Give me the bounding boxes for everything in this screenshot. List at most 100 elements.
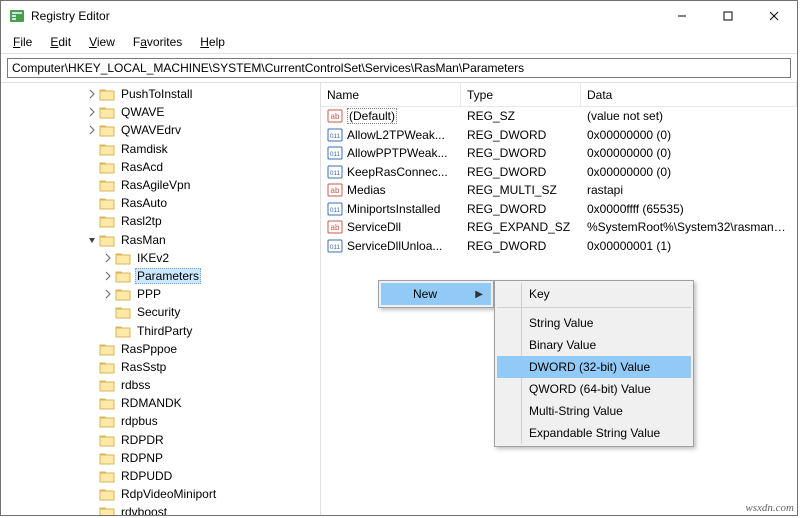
value-row[interactable]: 011ServiceDllUnloa...REG_DWORD0x00000001… <box>321 237 797 256</box>
value-type: REG_DWORD <box>461 146 581 160</box>
chevron-right-icon[interactable] <box>101 251 115 265</box>
folder-icon <box>99 233 115 247</box>
folder-icon <box>115 324 131 338</box>
window-controls <box>659 1 797 31</box>
chevron-right-icon[interactable] <box>85 123 99 137</box>
value-name: AllowL2TPWeak... <box>347 128 445 142</box>
spacer <box>85 360 99 374</box>
chevron-right-icon[interactable] <box>101 287 115 301</box>
tree-label: QWAVEdrv <box>119 123 183 137</box>
close-button[interactable] <box>751 1 797 31</box>
value-data: (value not set) <box>581 109 797 123</box>
context-menu-primary[interactable]: New ▶ <box>378 280 494 308</box>
value-type: REG_MULTI_SZ <box>461 183 581 197</box>
ctx-item[interactable]: Key <box>497 283 691 308</box>
tree-item[interactable]: rdbss <box>1 376 320 394</box>
tree-item[interactable]: RDPUDD <box>1 467 320 485</box>
value-name: ServiceDll <box>347 220 401 234</box>
spacer <box>85 396 99 410</box>
tree-item[interactable]: Rasl2tp <box>1 212 320 230</box>
folder-icon <box>99 360 115 374</box>
folder-icon <box>99 451 115 465</box>
value-name: AllowPPTPWeak... <box>347 146 447 160</box>
folder-icon <box>115 305 131 319</box>
folder-icon <box>99 214 115 228</box>
ctx-new[interactable]: New ▶ <box>381 283 491 305</box>
tree-item[interactable]: RasAcd <box>1 158 320 176</box>
tree-item[interactable]: Ramdisk <box>1 140 320 158</box>
tree-label: ThirdParty <box>135 324 194 338</box>
tree-item[interactable]: IKEv2 <box>1 249 320 267</box>
window-title: Registry Editor <box>31 9 659 23</box>
tree-item[interactable]: RasMan <box>1 231 320 249</box>
tree-item[interactable]: RasAuto <box>1 194 320 212</box>
value-row[interactable]: abMediasREG_MULTI_SZrastapi <box>321 181 797 200</box>
tree-item[interactable]: Parameters <box>1 267 320 285</box>
chevron-right-icon[interactable] <box>85 105 99 119</box>
tree-item[interactable]: ThirdParty <box>1 321 320 339</box>
value-type: REG_DWORD <box>461 128 581 142</box>
maximize-button[interactable] <box>705 1 751 31</box>
tree-item[interactable]: RasSstp <box>1 358 320 376</box>
binary-value-icon: 011 <box>327 127 343 143</box>
menu-help[interactable]: Help <box>192 33 233 51</box>
context-menu-sub[interactable]: Key String ValueBinary ValueDWORD (32-bit… <box>494 280 694 447</box>
tree-label: Security <box>135 305 182 319</box>
col-type[interactable]: Type <box>461 83 581 106</box>
menu-favorites[interactable]: Favorites <box>125 33 190 51</box>
menu-edit[interactable]: Edit <box>42 33 79 51</box>
menu-file[interactable]: File <box>5 33 40 51</box>
value-row[interactable]: 011MiniportsInstalledREG_DWORD0x0000ffff… <box>321 200 797 219</box>
value-row[interactable]: ab(Default)REG_SZ(value not set) <box>321 107 797 126</box>
value-row[interactable]: 011 AllowL2TPWeak... REG_DWORD0x00000000 (… <box>321 126 797 145</box>
value-name: Medias <box>347 183 386 197</box>
folder-icon <box>99 105 115 119</box>
ctx-item[interactable]: Multi-String Value <box>497 400 691 422</box>
tree-item[interactable]: RDPDR <box>1 431 320 449</box>
tree-item[interactable]: rdvboost <box>1 503 320 515</box>
menubar: FileEditViewFavoritesHelp <box>1 31 797 54</box>
tree-pane[interactable]: PushToInstallQWAVEQWAVEdrvRamdiskRasAcdR… <box>1 83 321 515</box>
value-type: REG_EXPAND_SZ <box>461 220 581 234</box>
tree-item[interactable]: RDPNP <box>1 449 320 467</box>
tree-item[interactable]: RasAgileVpn <box>1 176 320 194</box>
tree-item[interactable]: RDMANDK <box>1 394 320 412</box>
minimize-button[interactable] <box>659 1 705 31</box>
ctx-item[interactable]: String Value <box>497 312 691 334</box>
tree-label: RasAuto <box>119 196 169 210</box>
col-name[interactable]: Name <box>321 83 461 106</box>
tree-label: RDPDR <box>119 433 166 447</box>
ctx-item[interactable]: QWORD (64-bit) Value <box>497 378 691 400</box>
menu-view[interactable]: View <box>81 33 123 51</box>
folder-icon <box>115 287 131 301</box>
value-row[interactable]: 011AllowPPTPWeak...REG_DWORD0x00000000 (… <box>321 144 797 163</box>
spacer <box>85 469 99 483</box>
tree-item[interactable]: RasPppoe <box>1 340 320 358</box>
svg-text:011: 011 <box>330 133 341 140</box>
chevron-down-icon[interactable] <box>85 233 99 247</box>
tree-item[interactable]: PPP <box>1 285 320 303</box>
tree-item[interactable]: QWAVEdrv <box>1 121 320 139</box>
tree-item[interactable]: Security <box>1 303 320 321</box>
value-row[interactable]: abServiceDllREG_EXPAND_SZ%SystemRoot%\Sy… <box>321 218 797 237</box>
value-data: 0x00000000 (0) <box>581 146 797 160</box>
ctx-item[interactable]: Expandable String Value <box>497 422 691 444</box>
tree-item[interactable]: PushToInstall <box>1 85 320 103</box>
tree-item[interactable]: rdpbus <box>1 412 320 430</box>
folder-icon <box>99 487 115 501</box>
value-data: %SystemRoot%\System32\rasmans.dll <box>581 220 797 234</box>
tree-item[interactable]: QWAVE <box>1 103 320 121</box>
value-name: MiniportsInstalled <box>347 202 440 216</box>
ctx-item[interactable]: Binary Value <box>497 334 691 356</box>
tree-label: RDPNP <box>119 451 165 465</box>
chevron-right-icon[interactable] <box>85 87 99 101</box>
address-input[interactable] <box>7 58 791 78</box>
ctx-item[interactable]: DWORD (32-bit) Value <box>497 356 691 378</box>
tree-label: RasPppoe <box>119 342 179 356</box>
value-data: 0x00000000 (0) <box>581 128 797 142</box>
ctx-new-label: New <box>413 287 437 301</box>
col-data[interactable]: Data <box>581 83 797 106</box>
value-row[interactable]: 011KeepRasConnec...REG_DWORD0x00000000 (… <box>321 163 797 182</box>
chevron-right-icon[interactable] <box>101 269 115 283</box>
tree-item[interactable]: RdpVideoMiniport <box>1 485 320 503</box>
